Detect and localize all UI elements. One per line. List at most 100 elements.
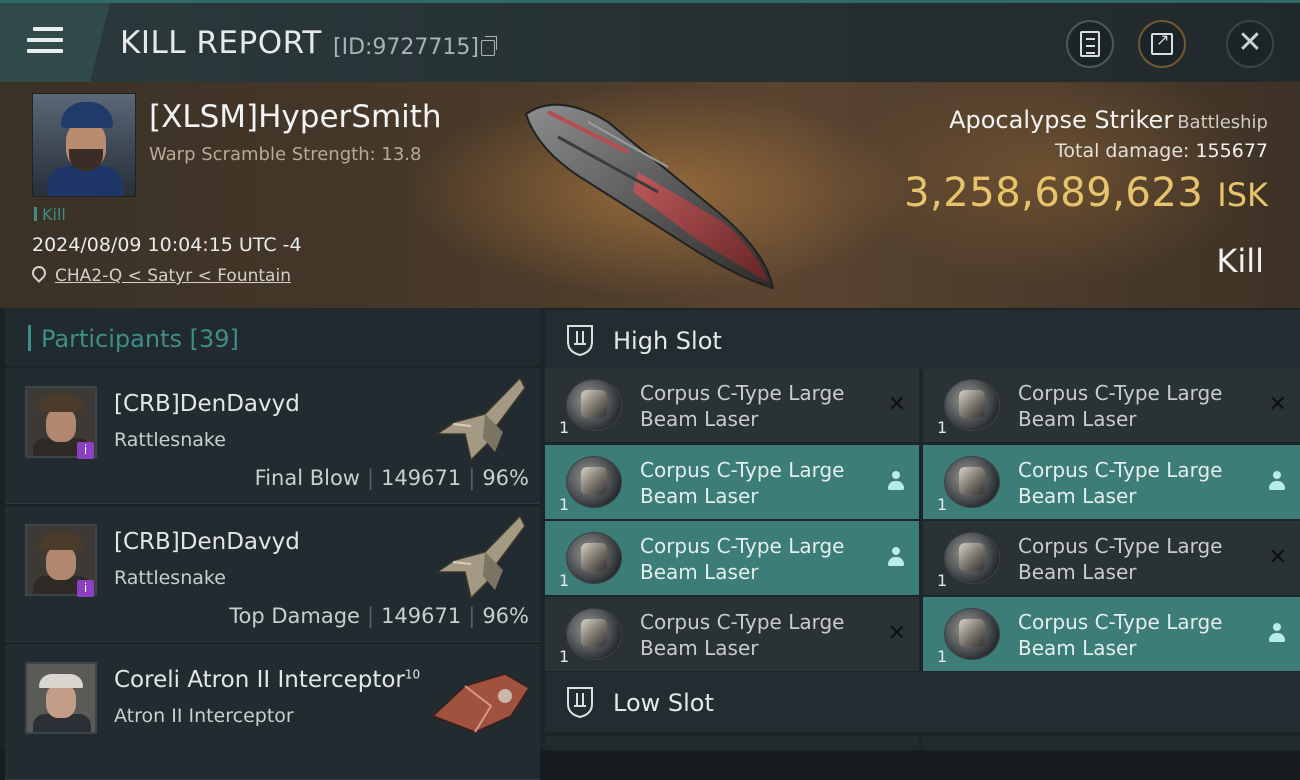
participant-name: [CRB]DenDavyd xyxy=(114,529,300,555)
participant-ship-image xyxy=(434,514,526,600)
beam-laser-icon xyxy=(944,456,1000,508)
destroyed-icon: ✕ xyxy=(887,392,906,417)
ship-class: Battleship xyxy=(1177,112,1268,133)
share-icon xyxy=(1151,30,1173,55)
module-quantity: 1 xyxy=(559,647,570,666)
beam-laser-icon xyxy=(566,456,622,508)
destroyed-icon: ✕ xyxy=(1268,392,1287,417)
module-quantity: 1 xyxy=(559,418,570,437)
participant-percent: 96% xyxy=(482,466,529,490)
module-slot[interactable]: 1 Corpus C-Type Large Beam Laser xyxy=(923,445,1300,519)
module-slot[interactable]: 1 Corpus C-Type Large Beam Laser xyxy=(923,597,1300,671)
module-slot[interactable]: 1 Corpus C-Type Large Beam Laser xyxy=(545,521,919,595)
participants-header: Participants [39] xyxy=(5,308,540,366)
module-slot[interactable] xyxy=(923,736,1300,750)
participant-ship-image xyxy=(431,673,531,733)
module-name: Corpus C-Type Large Beam Laser xyxy=(640,381,845,431)
beam-laser-icon xyxy=(944,379,1000,431)
victim-portrait[interactable] xyxy=(32,93,136,197)
report-id: [ID:9727715] xyxy=(333,35,479,60)
victim-ship-image xyxy=(524,103,775,290)
module-quantity: 1 xyxy=(937,571,948,590)
participant-percent: 96% xyxy=(482,604,529,628)
low-slot-title: Low Slot xyxy=(613,689,714,717)
kill-status: Kill xyxy=(1216,242,1264,280)
clipboard-icon xyxy=(1080,31,1100,57)
menu-button[interactable] xyxy=(0,3,110,82)
module-slot[interactable]: 1 Corpus C-Type Large Beam Laser ✕ xyxy=(545,597,919,671)
module-slot[interactable] xyxy=(545,736,919,750)
module-name: Corpus C-Type Large Beam Laser xyxy=(1018,610,1223,660)
isk-amount: 3,258,689,623 xyxy=(904,170,1204,216)
isk-value: 3,258,689,623 ISK xyxy=(904,170,1268,216)
destroyed-icon: ✕ xyxy=(1268,545,1287,570)
participant-row[interactable]: Coreli Atron II Interceptor10 Atron II I… xyxy=(5,644,540,780)
participant-role: Top Damage xyxy=(229,604,360,628)
module-slot[interactable]: 1 Corpus C-Type Large Beam Laser xyxy=(545,445,919,519)
dropped-pilot-icon xyxy=(887,471,905,491)
kill-summary: [XLSM]HyperSmith Warp Scramble Strength:… xyxy=(0,82,1300,308)
participants-count: [39] xyxy=(189,325,239,353)
high-slot-header: High Slot xyxy=(545,310,1300,370)
participants-title: Participants [39] xyxy=(41,325,239,353)
beam-laser-icon xyxy=(944,532,1000,584)
high-slot-icon xyxy=(567,325,593,356)
total-damage: Total damage: 155677 xyxy=(1055,140,1268,162)
close-icon: ✕ xyxy=(1237,25,1263,60)
top-bar: KILL REPORT [ID:9727715] ✕ xyxy=(0,0,1300,82)
info-badge-icon: i xyxy=(77,580,94,597)
kill-datetime: 2024/08/09 10:04:15 UTC -4 xyxy=(32,234,302,256)
participant-role: Final Blow xyxy=(254,466,360,490)
beam-laser-icon xyxy=(566,379,622,431)
beam-laser-icon xyxy=(566,532,622,584)
module-name: Corpus C-Type Large Beam Laser xyxy=(1018,534,1223,584)
kill-tag: Kill xyxy=(34,205,66,224)
beam-laser-icon xyxy=(566,608,622,660)
low-slot-icon xyxy=(567,687,593,718)
participant-name: Coreli Atron II Interceptor10 xyxy=(114,667,421,693)
kill-location[interactable]: CHA2-Q < Satyr < Fountain xyxy=(29,263,291,286)
fitting-panel: High Slot 1 Corpus C-Type Large Beam Las… xyxy=(540,308,1300,750)
clipboard-button[interactable] xyxy=(1066,20,1114,68)
participant-row[interactable]: i [CRB]DenDavyd Rattlesnake Final Blow | 1… xyxy=(5,368,540,504)
high-slot-title: High Slot xyxy=(613,327,722,355)
module-slot[interactable]: 1 Corpus C-Type Large Beam Laser ✕ xyxy=(923,521,1300,595)
participant-level: 10 xyxy=(404,667,421,682)
module-name: Corpus C-Type Large Beam Laser xyxy=(1018,381,1223,431)
module-slot[interactable]: 1 Corpus C-Type Large Beam Laser ✕ xyxy=(545,368,919,442)
module-quantity: 1 xyxy=(937,418,948,437)
module-name: Corpus C-Type Large Beam Laser xyxy=(640,458,845,508)
destroyed-icon: ✕ xyxy=(887,621,906,646)
ship-name[interactable]: Apocalypse Striker Battleship xyxy=(949,106,1268,134)
module-slot[interactable]: 1 Corpus C-Type Large Beam Laser ✕ xyxy=(923,368,1300,442)
page-title: KILL REPORT xyxy=(120,25,322,61)
participant-ship-image xyxy=(434,376,526,462)
dropped-pilot-icon xyxy=(1268,471,1286,491)
participant-damage: 149671 xyxy=(381,466,462,490)
participant-row[interactable]: i [CRB]DenDavyd Rattlesnake Top Damage | 1… xyxy=(5,506,540,642)
module-name: Corpus C-Type Large Beam Laser xyxy=(1018,458,1223,508)
participant-stats: Top Damage | 149671 | 96% xyxy=(229,604,529,628)
victim-name[interactable]: [XLSM]HyperSmith xyxy=(149,99,442,135)
participant-damage: 149671 xyxy=(381,604,462,628)
module-quantity: 1 xyxy=(937,495,948,514)
module-name: Corpus C-Type Large Beam Laser xyxy=(640,610,845,660)
copy-icon[interactable] xyxy=(481,36,497,56)
module-quantity: 1 xyxy=(559,495,570,514)
module-quantity: 1 xyxy=(937,647,948,666)
share-button[interactable] xyxy=(1138,20,1186,68)
participant-stats: Final Blow | 149671 | 96% xyxy=(254,466,529,490)
module-name: Corpus C-Type Large Beam Laser xyxy=(640,534,845,584)
dropped-pilot-icon xyxy=(887,547,905,567)
participant-avatar[interactable] xyxy=(25,662,97,734)
participant-ship: Rattlesnake xyxy=(114,429,226,451)
participant-ship: Rattlesnake xyxy=(114,567,226,589)
location-link[interactable]: CHA2-Q < Satyr < Fountain xyxy=(55,266,291,286)
low-slot-header: Low Slot xyxy=(545,672,1300,732)
close-button[interactable]: ✕ xyxy=(1226,20,1274,68)
info-badge-icon: i xyxy=(77,442,94,459)
participant-ship: Atron II Interceptor xyxy=(114,705,294,727)
dropped-pilot-icon xyxy=(1268,623,1286,643)
warp-scramble-strength: Warp Scramble Strength: 13.8 xyxy=(149,144,422,165)
location-pin-icon xyxy=(29,263,49,283)
